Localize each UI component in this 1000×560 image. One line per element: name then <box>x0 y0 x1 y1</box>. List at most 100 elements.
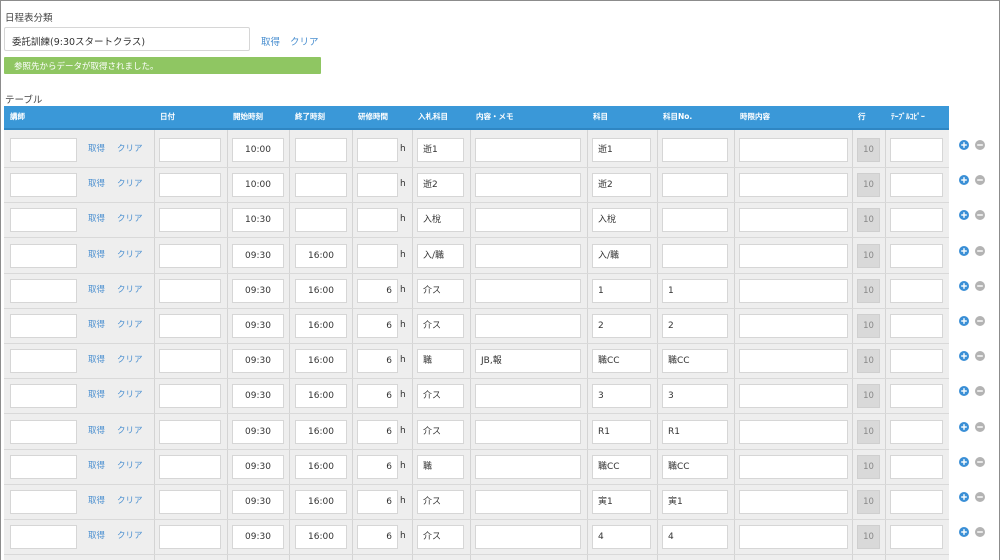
instructor-input[interactable] <box>10 173 77 198</box>
date-input[interactable] <box>159 525 221 550</box>
subject-no-input[interactable] <box>662 208 728 233</box>
memo-input[interactable] <box>475 243 581 268</box>
row-clear-link[interactable]: クリア <box>117 138 143 162</box>
training-hours-input[interactable] <box>357 243 398 268</box>
date-input[interactable] <box>159 384 221 409</box>
row-get-link[interactable]: 取得 <box>88 208 105 232</box>
row-get-link[interactable]: 取得 <box>88 455 105 479</box>
end-time-input[interactable]: 16:00 <box>295 525 347 550</box>
date-input[interactable] <box>159 490 221 514</box>
subject-input[interactable]: 逝1 <box>592 138 651 162</box>
start-time-input[interactable]: 09:30 <box>232 278 284 303</box>
subject-input[interactable]: 入/職 <box>592 243 651 268</box>
row-get-link[interactable]: 取得 <box>88 420 105 444</box>
row-clear-link[interactable]: クリア <box>117 525 143 549</box>
start-time-input[interactable]: 09:30 <box>232 490 284 514</box>
add-row-button[interactable] <box>959 175 969 186</box>
row-clear-link[interactable]: クリア <box>117 490 143 514</box>
start-time-input[interactable]: 09:30 <box>232 314 284 338</box>
bid-subject-input[interactable]: 逝1 <box>417 138 464 162</box>
start-time-input[interactable]: 10:30 <box>232 208 284 233</box>
end-time-input[interactable]: 16:00 <box>295 349 347 374</box>
subject-no-input[interactable]: 1 <box>662 278 728 303</box>
subject-no-input[interactable]: 3 <box>662 384 728 409</box>
remove-row-button[interactable] <box>975 280 985 291</box>
end-time-input[interactable]: 16:00 <box>295 243 347 268</box>
start-time-input[interactable]: 09:30 <box>232 419 284 444</box>
add-row-button[interactable] <box>959 245 969 256</box>
row-get-link[interactable]: 取得 <box>88 244 105 268</box>
period-content-input[interactable] <box>739 138 848 162</box>
memo-input[interactable]: JB,報 <box>475 349 581 374</box>
instructor-input[interactable] <box>10 349 77 374</box>
row-get-link[interactable]: 取得 <box>88 279 105 303</box>
period-content-input[interactable] <box>739 525 848 550</box>
training-hours-input[interactable]: 6 <box>357 278 398 303</box>
memo-input[interactable] <box>475 208 581 233</box>
add-row-button[interactable] <box>959 316 969 326</box>
memo-input[interactable] <box>475 419 581 444</box>
add-row-button[interactable] <box>959 492 969 502</box>
subject-no-input[interactable] <box>662 138 728 162</box>
training-hours-input[interactable]: 6 <box>357 314 398 338</box>
subject-no-input[interactable] <box>662 243 728 268</box>
end-time-input[interactable] <box>295 138 347 162</box>
add-row-button[interactable] <box>959 421 969 432</box>
row-clear-link[interactable]: クリア <box>117 244 143 268</box>
bid-subject-input[interactable]: 介ス <box>417 419 464 444</box>
table-copy-input[interactable] <box>890 173 943 198</box>
date-input[interactable] <box>159 314 221 338</box>
row-clear-link[interactable]: クリア <box>117 314 143 338</box>
bid-subject-input[interactable]: 入梲 <box>417 208 464 233</box>
memo-input[interactable] <box>475 454 581 479</box>
remove-row-button[interactable] <box>975 351 985 362</box>
row-clear-link[interactable]: クリア <box>117 173 143 197</box>
memo-input[interactable] <box>475 384 581 409</box>
bid-subject-input[interactable]: 職 <box>417 454 464 479</box>
add-row-button[interactable] <box>959 280 969 291</box>
instructor-input[interactable] <box>10 208 77 233</box>
date-input[interactable] <box>159 208 221 233</box>
date-input[interactable] <box>159 419 221 444</box>
row-get-link[interactable]: 取得 <box>88 490 105 514</box>
subject-input[interactable]: R1 <box>592 419 651 444</box>
remove-row-button[interactable] <box>975 527 985 538</box>
subject-no-input[interactable]: 4 <box>662 525 728 550</box>
end-time-input[interactable]: 16:00 <box>295 384 347 409</box>
end-time-input[interactable]: 16:00 <box>295 419 347 444</box>
memo-input[interactable] <box>475 490 581 514</box>
period-content-input[interactable] <box>739 454 848 479</box>
instructor-input[interactable] <box>10 384 77 409</box>
remove-row-button[interactable] <box>975 245 985 256</box>
memo-input[interactable] <box>475 525 581 550</box>
add-row-button[interactable] <box>959 386 969 397</box>
end-time-input[interactable]: 16:00 <box>295 314 347 338</box>
instructor-input[interactable] <box>10 314 77 338</box>
period-content-input[interactable] <box>739 314 848 338</box>
instructor-input[interactable] <box>10 419 77 444</box>
end-time-input[interactable] <box>295 208 347 233</box>
date-input[interactable] <box>159 349 221 374</box>
row-get-link[interactable]: 取得 <box>88 525 105 549</box>
training-hours-input[interactable]: 6 <box>357 525 398 550</box>
period-content-input[interactable] <box>739 243 848 268</box>
bid-subject-input[interactable]: 介ス <box>417 278 464 303</box>
period-content-input[interactable] <box>739 349 848 374</box>
row-clear-link[interactable]: クリア <box>117 208 143 232</box>
row-clear-link[interactable]: クリア <box>117 279 143 303</box>
subject-input[interactable]: 逝2 <box>592 173 651 198</box>
subject-no-input[interactable]: 職CC <box>662 454 728 479</box>
training-hours-input[interactable]: 6 <box>357 349 398 374</box>
bid-subject-input[interactable]: 介ス <box>417 490 464 514</box>
subject-input[interactable]: 入梲 <box>592 208 651 233</box>
training-hours-input[interactable]: 6 <box>357 419 398 444</box>
memo-input[interactable] <box>475 278 581 303</box>
start-time-input[interactable]: 09:30 <box>232 349 284 374</box>
bid-subject-input[interactable]: 入/職 <box>417 243 464 268</box>
add-row-button[interactable] <box>959 210 969 221</box>
add-row-button[interactable] <box>959 456 969 467</box>
training-hours-input[interactable] <box>357 173 398 198</box>
row-get-link[interactable]: 取得 <box>88 173 105 197</box>
table-copy-input[interactable] <box>890 208 943 233</box>
table-copy-input[interactable] <box>890 243 943 268</box>
